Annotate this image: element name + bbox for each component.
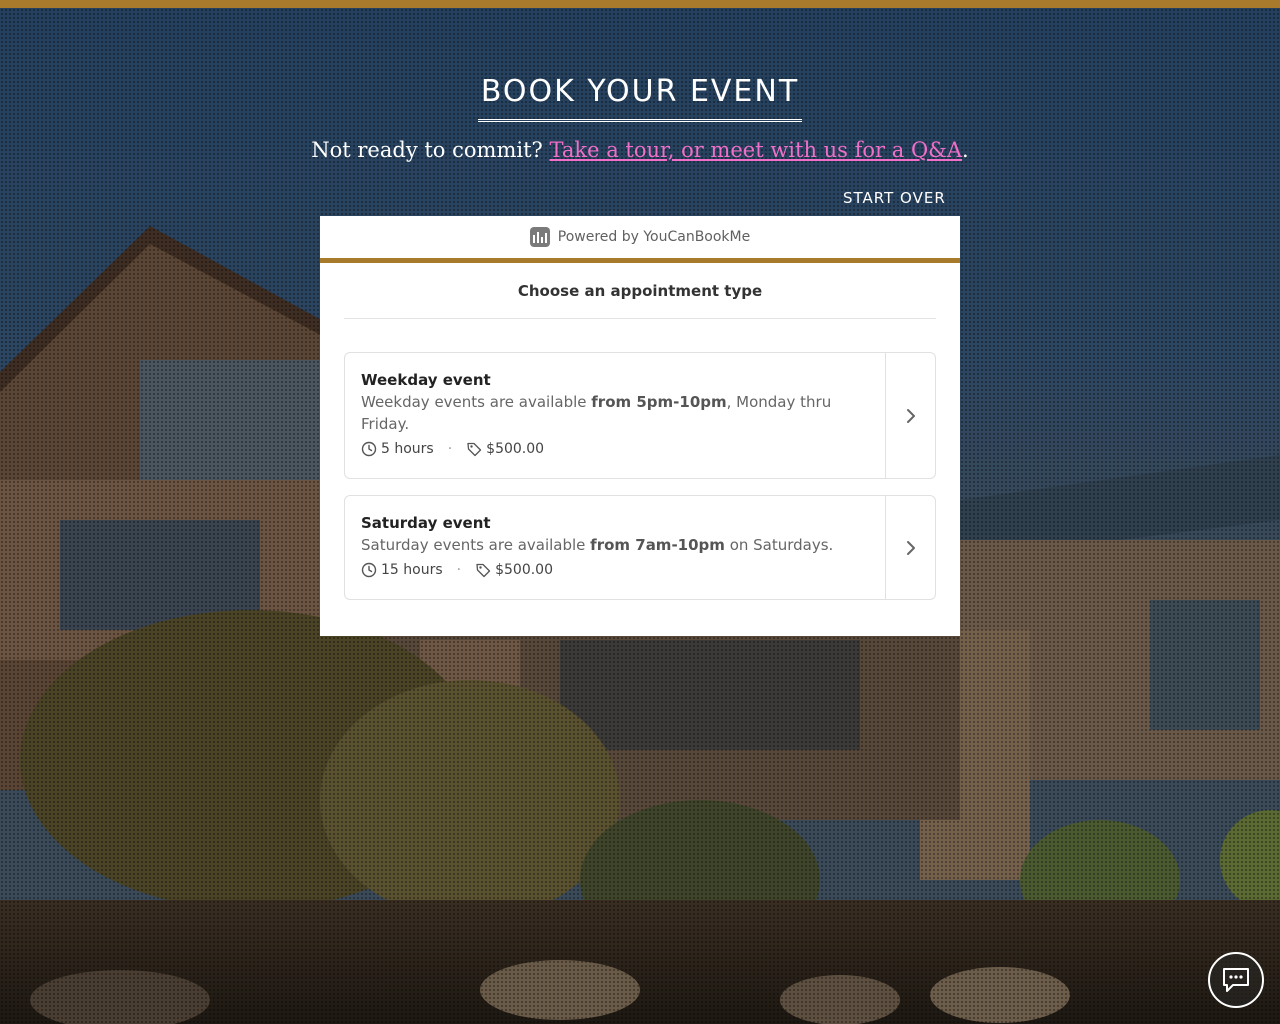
option-meta: 15 hours · $500.00	[361, 562, 869, 578]
option-title: Saturday event	[361, 514, 491, 532]
clock-icon	[361, 562, 377, 578]
option-price: $500.00	[495, 562, 553, 578]
option-description: Saturday events are available from 7am-1…	[361, 536, 834, 554]
page-title: BOOK YOUR EVENT	[477, 74, 803, 122]
start-over-button[interactable]: START OVER	[843, 189, 946, 207]
appointment-option-saturday[interactable]: Saturday event Saturday events are avail…	[344, 495, 936, 600]
subtitle-text: Not ready to commit?	[311, 138, 543, 162]
tag-icon	[467, 442, 482, 457]
subtitle-period: .	[962, 138, 969, 162]
tour-link[interactable]: Take a tour, or meet with us for a Q&A	[549, 138, 962, 162]
subtitle: Not ready to commit? Take a tour, or mee…	[0, 138, 1280, 162]
clock-icon	[361, 441, 377, 457]
booking-widget: Powered by YouCanBookMe Choose an appoin…	[320, 216, 960, 636]
option-arrow[interactable]	[885, 496, 935, 599]
chat-button[interactable]	[1208, 952, 1264, 1008]
option-title: Weekday event	[361, 371, 491, 389]
appointment-option-weekday[interactable]: Weekday event Weekday events are availab…	[344, 352, 936, 479]
option-duration: 15 hours	[381, 562, 443, 578]
option-arrow[interactable]	[885, 353, 935, 478]
option-duration: 5 hours	[381, 441, 434, 457]
chat-bubble-icon	[1223, 968, 1249, 992]
tag-icon	[476, 563, 491, 578]
youcanbookme-logo-icon	[529, 227, 550, 247]
powered-by-text: Powered by YouCanBookMe	[557, 229, 751, 245]
option-price: $500.00	[486, 441, 545, 457]
top-accent-bar	[0, 0, 1280, 8]
option-meta: 5 hours · $500.00	[361, 441, 869, 457]
option-description: Weekday events are available from 5pm-10…	[361, 393, 832, 433]
chevron-right-icon	[906, 540, 915, 555]
appointment-type-heading: Choose an appointment type	[344, 263, 936, 319]
powered-by-bar[interactable]: Powered by YouCanBookMe	[320, 216, 960, 263]
chevron-right-icon	[906, 408, 915, 423]
